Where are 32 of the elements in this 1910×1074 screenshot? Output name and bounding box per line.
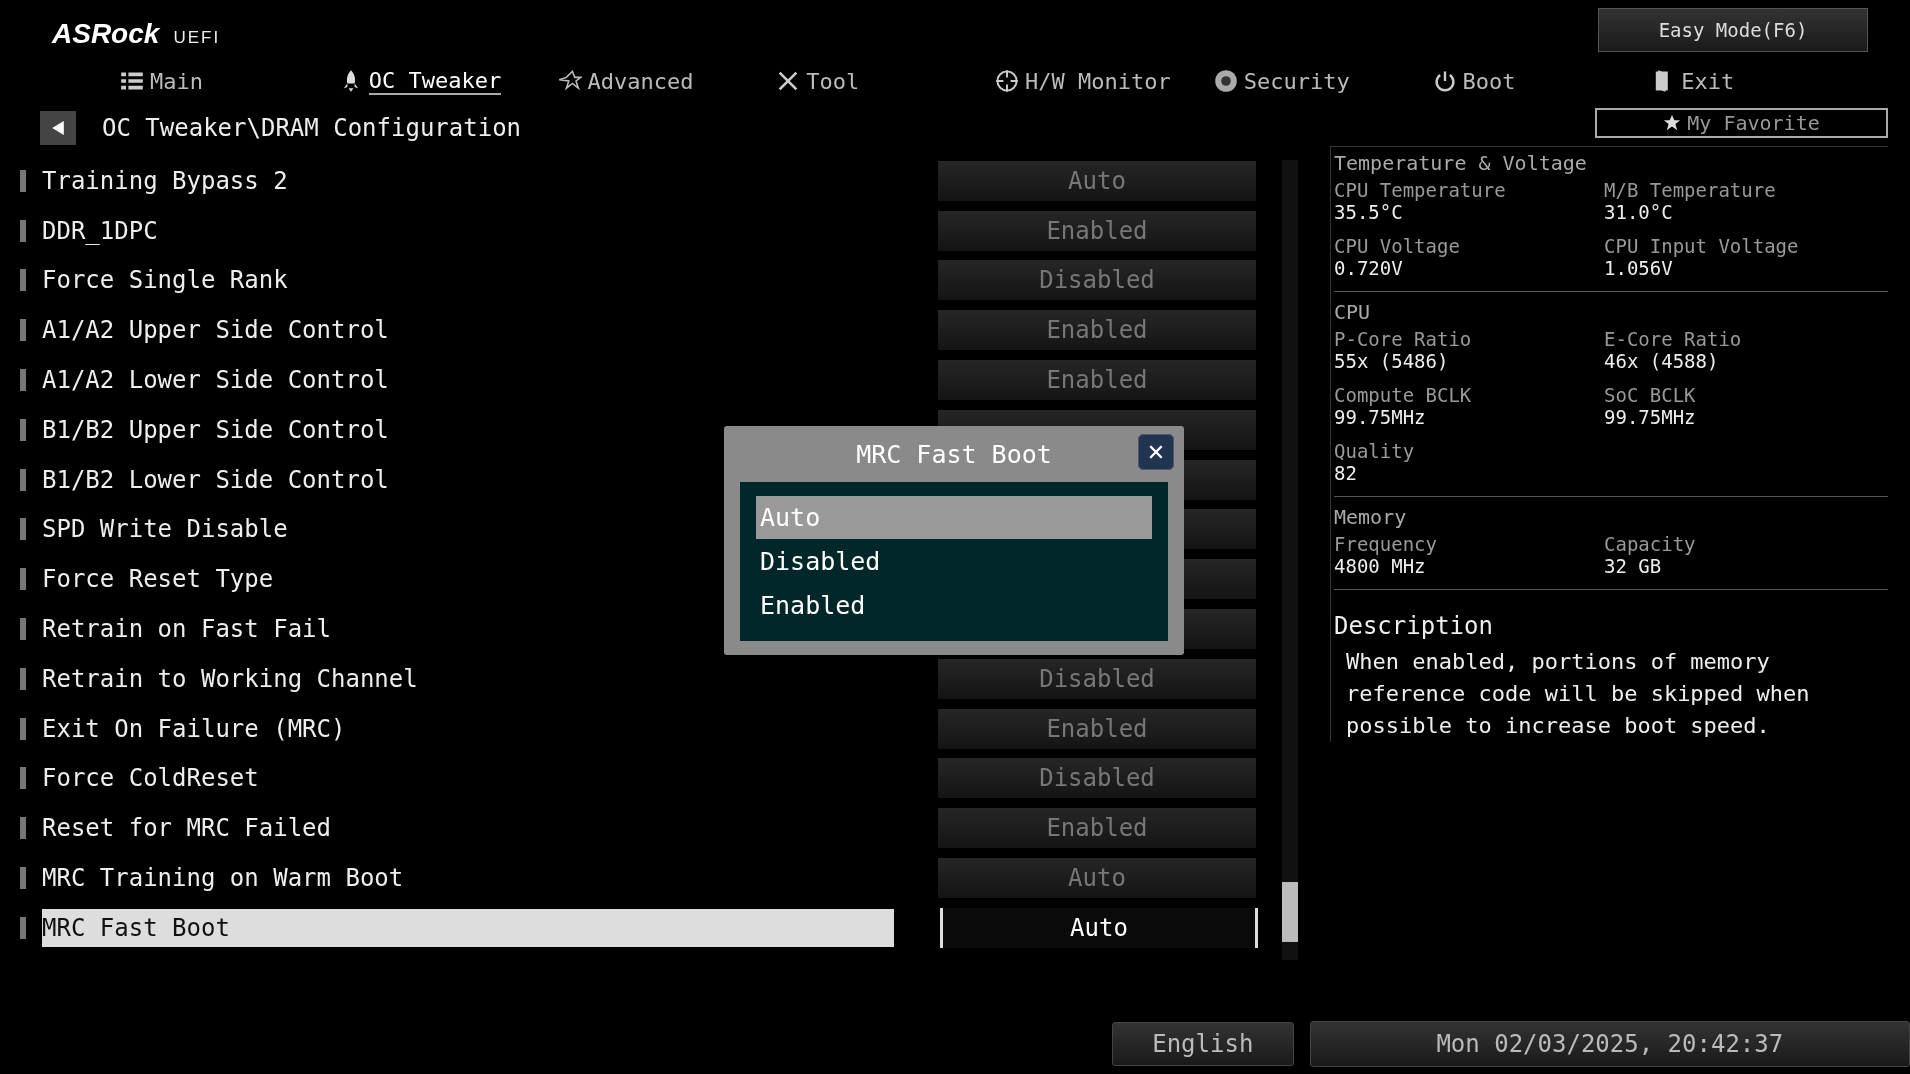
info-value: 99.75MHz	[1604, 406, 1697, 428]
info-label: SoC BCLK	[1604, 384, 1697, 406]
date-time: Mon 02/03/2025, 20:42:37	[1309, 1021, 1910, 1067]
section-title: CPU	[1334, 300, 1372, 324]
info-label: Quality	[1334, 440, 1416, 462]
info-label: CPU Voltage	[1334, 235, 1461, 257]
description-text: When enabled, portions of memory reference code will be skipped when possible to increase boot speed.	[1345, 648, 1811, 740]
info-value: 99.75MHz	[1334, 406, 1427, 428]
info-label: P-Core Ratio	[1334, 328, 1473, 350]
info-value: 0.720V	[1334, 257, 1404, 279]
info-label: Capacity	[1604, 533, 1697, 555]
info-label: M/B Temperature	[1604, 179, 1777, 201]
section-title: Memory	[1334, 505, 1408, 529]
description-title: Description	[1334, 612, 1494, 640]
info-value: 32 GB	[1604, 555, 1663, 577]
info-label: CPU Input Voltage	[1604, 235, 1800, 257]
brand-logo: ASRock	[52, 18, 160, 50]
info-label: E-Core Ratio	[1604, 328, 1743, 350]
info-label: CPU Temperature	[1334, 179, 1507, 201]
section-title: Temperature & Voltage	[1334, 151, 1588, 175]
info-value: 1.056V	[1604, 257, 1674, 279]
dialog-title: MRC Fast Boot	[856, 439, 1052, 469]
info-value: 31.0°C	[1604, 201, 1674, 223]
logo-subtitle: UEFI	[173, 28, 221, 48]
info-label: Frequency	[1334, 533, 1438, 555]
breadcrumb: OC Tweaker\DRAM Configuration	[102, 114, 522, 142]
info-value: 82	[1334, 462, 1358, 484]
info-value: 35.5°C	[1334, 201, 1404, 223]
info-label: Compute BCLK	[1334, 384, 1473, 406]
info-value: 46x (4588)	[1604, 350, 1720, 372]
info-value: 55x (5486)	[1334, 350, 1450, 372]
info-value: 4800 MHz	[1334, 555, 1427, 577]
